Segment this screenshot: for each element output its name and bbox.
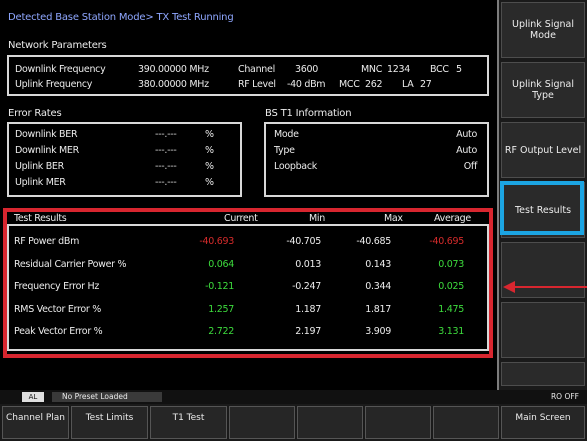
bcc-value: 5 xyxy=(456,64,462,75)
channel-plan-button[interactable]: Channel Plan xyxy=(2,406,69,439)
bs-info-value: Off xyxy=(463,161,478,172)
bs-info-label: Mode xyxy=(274,129,299,140)
empty-bottom-key[interactable] xyxy=(297,406,363,439)
mnc-label: MNC xyxy=(361,64,383,75)
error-rates-box: Downlink BER ---.--- % Downlink MER ---.… xyxy=(7,122,242,197)
t1-test-button[interactable]: T1 Test xyxy=(150,406,227,439)
mcc-value: 262 xyxy=(365,79,383,90)
la-value: 27 xyxy=(420,79,432,90)
error-rates-heading: Error Rates xyxy=(8,108,62,119)
preset-status: No Preset Loaded xyxy=(52,392,162,402)
uplink-frequency-label: Uplink Frequency xyxy=(15,79,93,90)
test-results-button-highlight xyxy=(500,181,584,235)
empty-bottom-key[interactable] xyxy=(229,406,295,439)
empty-bottom-key[interactable] xyxy=(365,406,431,439)
error-rate-label: Downlink BER xyxy=(15,129,78,140)
test-results-highlight xyxy=(3,208,493,358)
bs-info-value: Auto xyxy=(456,129,477,140)
uplink-signal-type-button[interactable]: Uplink Signal Type xyxy=(501,62,585,118)
network-parameters-box: Downlink Frequency 390.00000 MHz Channel… xyxy=(7,55,489,96)
main-display: Detected Base Station Mode> TX Test Runn… xyxy=(0,0,497,390)
downlink-frequency-label: Downlink Frequency xyxy=(15,64,106,75)
rf-level-value: -40 dBm xyxy=(287,79,326,90)
status-right: RO OFF xyxy=(550,392,579,401)
channel-value: 3600 xyxy=(295,64,318,75)
empty-softkey[interactable] xyxy=(501,362,585,386)
uplink-frequency-value: 380.00000 MHz xyxy=(138,79,209,90)
network-parameters-heading: Network Parameters xyxy=(8,40,107,51)
error-rate-label: Uplink BER xyxy=(15,161,64,172)
bcc-label: BCC xyxy=(430,64,449,75)
error-rate-unit: % xyxy=(205,145,214,156)
empty-bottom-key[interactable] xyxy=(433,406,499,439)
status-bar: AL No Preset Loaded RO OFF xyxy=(0,390,587,404)
mcc-label: MCC xyxy=(339,79,360,90)
error-rate-value: ---.--- xyxy=(155,161,177,172)
analyzer-screen: Detected Base Station Mode> TX Test Runn… xyxy=(0,0,587,441)
status-mode: AL xyxy=(22,392,44,402)
bs-info-box: Mode Auto Type Auto Loopback Off xyxy=(264,122,489,197)
error-rate-label: Downlink MER xyxy=(15,145,79,156)
mnc-value: 1234 xyxy=(387,64,410,75)
error-rate-value: ---.--- xyxy=(155,129,177,140)
error-rate-value: ---.--- xyxy=(155,145,177,156)
error-rate-label: Uplink MER xyxy=(15,177,66,188)
rf-output-level-button[interactable]: RF Output Level xyxy=(501,122,585,178)
bs-info-value: Auto xyxy=(456,145,477,156)
left-arrow-icon xyxy=(503,281,587,293)
bs-info-label: Loopback xyxy=(274,161,317,172)
error-rate-value: ---.--- xyxy=(155,177,177,188)
mode-title: Detected Base Station Mode> TX Test Runn… xyxy=(8,12,234,23)
empty-softkey[interactable] xyxy=(501,302,585,358)
bs-info-heading: BS T1 Information xyxy=(265,108,352,119)
la-label: LA xyxy=(402,79,414,90)
uplink-signal-mode-button[interactable]: Uplink Signal Mode xyxy=(501,2,585,58)
main-screen-button[interactable]: Main Screen xyxy=(501,406,585,439)
channel-label: Channel xyxy=(238,64,275,75)
error-rate-unit: % xyxy=(205,177,214,188)
error-rate-unit: % xyxy=(205,161,214,172)
bs-info-label: Type xyxy=(274,145,295,156)
rf-level-label: RF Level xyxy=(238,79,276,90)
error-rate-unit: % xyxy=(205,129,214,140)
bottom-softkeys: Channel Plan Test Limits T1 Test Main Sc… xyxy=(0,404,587,441)
downlink-frequency-value: 390.00000 MHz xyxy=(138,64,209,75)
test-limits-button[interactable]: Test Limits xyxy=(71,406,148,439)
